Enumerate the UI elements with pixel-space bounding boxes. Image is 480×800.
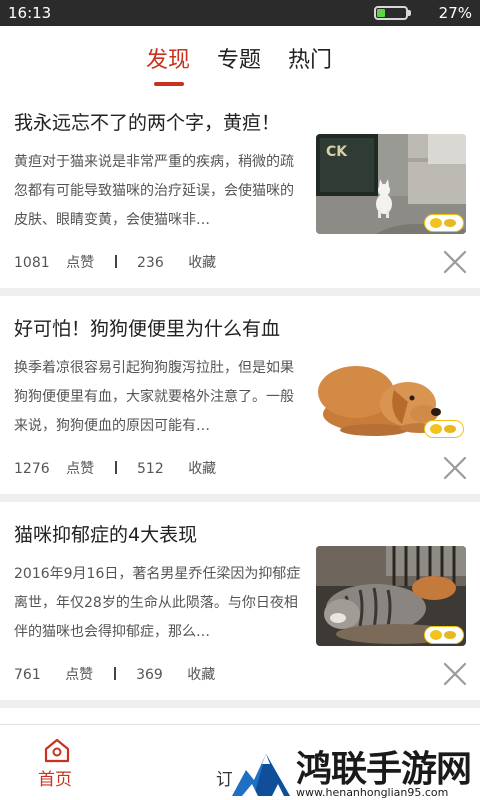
article-title[interactable]: 我永远忘不了的两个字，黄疸！ [14, 108, 280, 135]
article-summary: 换季着凉很容易引起狗狗腹泻拉肚，但是如果狗狗便便里有血，大家就要格外注意了。一般… [14, 360, 294, 434]
likes-count: 1276 [14, 461, 50, 477]
article-meta: 1276 点赞 512 收藏 [14, 458, 216, 478]
favorites-label: 收藏 [188, 255, 217, 271]
favorites-count: 236 [137, 255, 164, 271]
meta-divider [114, 255, 117, 268]
watermark-url: www.henanhonglian95.com [296, 786, 449, 799]
close-icon[interactable] [443, 456, 467, 480]
top-tabs: 发现 专题 热门 [0, 26, 480, 90]
nav-home-label: 首页 [38, 770, 72, 790]
meta-divider [114, 461, 117, 474]
close-icon[interactable] [443, 662, 467, 686]
next-article-card-partial[interactable] [0, 708, 480, 724]
favorites-count: 369 [136, 667, 163, 683]
likes-label: 点赞 [66, 461, 95, 477]
meta-divider [113, 667, 116, 680]
likes-count: 1081 [14, 255, 50, 271]
battery-icon [374, 6, 411, 20]
app-badge-icon [424, 214, 464, 232]
favorites-label: 收藏 [188, 461, 217, 477]
article-thumbnail[interactable]: CK [316, 134, 466, 234]
watermark-name: 鸿联手游网 [296, 748, 472, 790]
article-card[interactable]: 猫咪抑郁症的4大表现 2016年9月16日，著名男星乔任梁因为抑郁症离世，年仅2… [0, 502, 480, 700]
tab-topics[interactable]: 专题 [217, 42, 261, 74]
article-summary: 2016年9月16日，著名男星乔任梁因为抑郁症离世，年仅28岁的生命从此陨落。与… [14, 566, 301, 640]
article-title[interactable]: 好可怕！狗狗便便里为什么有血 [14, 314, 280, 341]
nav-home[interactable]: 首页 [30, 735, 86, 791]
app-badge-icon [424, 420, 464, 438]
article-card[interactable]: 我永远忘不了的两个字，黄疸！ 黄疸对于猫来说是非常严重的疾病，稍微的疏忽都有可能… [0, 90, 480, 288]
article-title[interactable]: 猫咪抑郁症的4大表现 [14, 520, 197, 547]
article-summary: 黄疸对于猫来说是非常严重的疾病，稍微的疏忽都有可能导致猫咪的治疗延误，会使猫咪的… [14, 154, 294, 228]
article-thumbnail[interactable] [316, 546, 466, 646]
svg-text:CK: CK [326, 144, 348, 160]
home-icon [44, 738, 70, 763]
article-thumbnail[interactable] [316, 340, 466, 440]
tab-discover[interactable]: 发现 [146, 42, 190, 74]
nav-second-label[interactable]: 订 [216, 765, 232, 790]
close-icon[interactable] [443, 250, 467, 274]
favorites-count: 512 [137, 461, 164, 477]
article-meta: 1081 点赞 236 收藏 [14, 252, 216, 272]
status-bar: 16:13 27% [0, 0, 480, 26]
watermark-logo-icon [232, 740, 290, 796]
likes-count: 761 [14, 667, 41, 683]
likes-label: 点赞 [65, 667, 94, 683]
active-tab-indicator [154, 82, 184, 86]
likes-label: 点赞 [66, 255, 95, 271]
battery-percent: 27% [438, 4, 472, 22]
status-time: 16:13 [8, 4, 52, 22]
favorites-label: 收藏 [187, 667, 216, 683]
tab-popular[interactable]: 热门 [288, 42, 332, 74]
article-meta: 761 点赞 369 收藏 [14, 664, 215, 684]
watermark: 鸿联手游网 www.henanhonglian95.com [232, 740, 480, 800]
article-card[interactable]: 好可怕！狗狗便便里为什么有血 换季着凉很容易引起狗狗腹泻拉肚，但是如果狗狗便便里… [0, 296, 480, 494]
app-badge-icon [424, 626, 464, 644]
